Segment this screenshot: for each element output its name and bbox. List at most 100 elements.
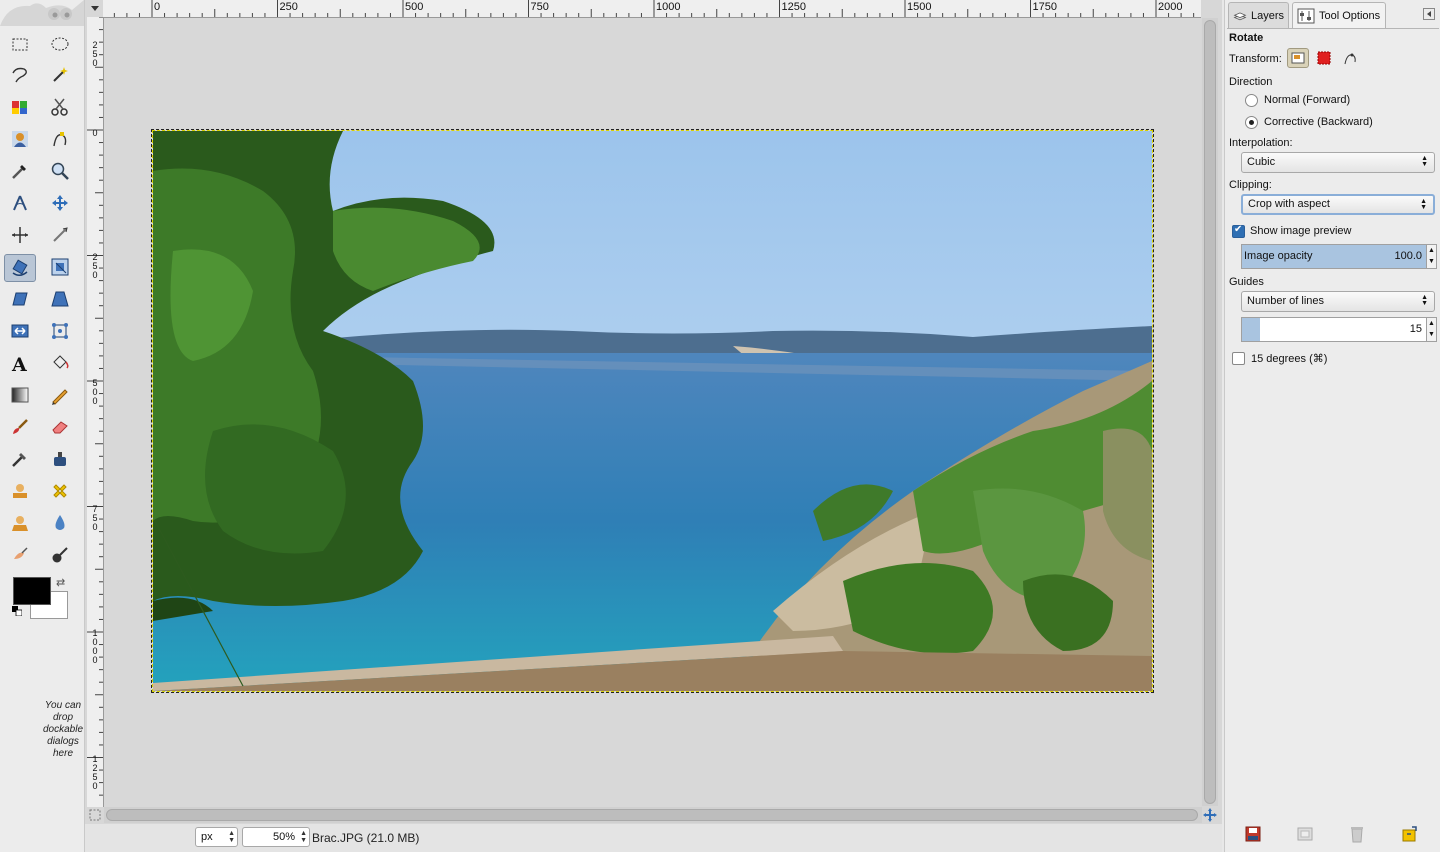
image-opacity-scale[interactable]: Image opacity 100.0: [1241, 244, 1427, 269]
horizontal-scroll-thumb[interactable]: [106, 809, 1198, 821]
airbrush-icon[interactable]: [7, 446, 33, 472]
tab-tool-options[interactable]: Tool Options: [1292, 2, 1386, 28]
navigate-icon[interactable]: [1202, 807, 1218, 823]
fifteen-degrees-label[interactable]: 15 degrees (⌘): [1251, 352, 1327, 365]
scissors-select-icon[interactable]: [47, 94, 73, 120]
tab-layers-label: Layers: [1250, 9, 1284, 22]
clipping-select[interactable]: Crop with aspect ▲ ▼: [1241, 194, 1435, 215]
show-preview-label[interactable]: Show image preview: [1250, 225, 1352, 237]
zoom-icon[interactable]: [47, 158, 73, 184]
ruler-label: 250: [92, 40, 98, 68]
horizontal-scrollbar[interactable]: [104, 807, 1202, 823]
free-select-icon[interactable]: [7, 62, 33, 88]
ruler-label: 1500: [907, 1, 932, 13]
zoom-unit: %: [285, 831, 295, 843]
reset-options-icon[interactable]: [1399, 824, 1419, 844]
guides-select[interactable]: Number of lines ▲ ▼: [1241, 291, 1435, 312]
dodge-burn-icon[interactable]: [47, 542, 73, 568]
ruler-label: 750: [530, 1, 549, 13]
perspective-icon[interactable]: [47, 286, 73, 312]
paintbrush-icon[interactable]: [7, 414, 33, 440]
bucket-fill-icon[interactable]: [47, 350, 73, 376]
image-canvas[interactable]: [151, 129, 1154, 693]
ruler-label: 1000: [92, 628, 98, 665]
vertical-ruler[interactable]: 250 0 250 500 750 1000 1250: [87, 17, 104, 807]
blend-icon[interactable]: [7, 382, 33, 408]
horizontal-ruler[interactable]: 0 250 500 750 1000 1250 1500 1750 2000: [103, 0, 1201, 18]
zoom-value: 50: [272, 831, 286, 843]
tab-tool-options-label: Tool Options: [1319, 9, 1381, 22]
restore-options-icon[interactable]: [1295, 824, 1315, 844]
zoom-field[interactable]: 50% ▲ ▼: [242, 827, 310, 847]
interpolation-label: Interpolation:: [1229, 137, 1293, 149]
delete-options-icon[interactable]: [1347, 824, 1367, 844]
foreground-select-icon[interactable]: [7, 126, 33, 152]
select-by-color-icon[interactable]: [7, 94, 33, 120]
move-icon[interactable]: [47, 190, 73, 216]
canvas-area[interactable]: [104, 18, 1201, 807]
transform-selection-button[interactable]: [1313, 48, 1335, 68]
cage-transform-icon[interactable]: [47, 318, 73, 344]
direction-corrective-label[interactable]: Corrective (Backward): [1264, 116, 1373, 128]
heal-icon[interactable]: [47, 478, 73, 504]
guides-value: Number of lines: [1247, 295, 1325, 307]
align-icon[interactable]: [7, 222, 33, 248]
image-name-label: Brac.JPG (21.0 MB): [312, 831, 420, 845]
blur-icon[interactable]: [47, 510, 73, 536]
foreground-color[interactable]: [13, 577, 51, 605]
transform-path-button[interactable]: [1339, 48, 1361, 68]
eraser-icon[interactable]: [47, 414, 73, 440]
clipping-label: Clipping:: [1229, 179, 1272, 191]
swap-colors-icon[interactable]: ⇄: [56, 576, 65, 589]
opacity-spin-arrows-icon[interactable]: ▲ ▼: [1427, 244, 1437, 269]
measure-icon[interactable]: [7, 190, 33, 216]
tab-menu-icon[interactable]: [1423, 8, 1435, 20]
show-preview-checkbox[interactable]: [1232, 224, 1245, 238]
default-colors-icon[interactable]: [12, 606, 22, 616]
lines-count-scale[interactable]: 15: [1241, 317, 1427, 342]
lines-spin-arrows-icon[interactable]: ▲ ▼: [1427, 317, 1437, 342]
clone-icon[interactable]: [7, 478, 33, 504]
ink-icon[interactable]: [47, 446, 73, 472]
ruler-label: 1250: [781, 1, 806, 13]
direction-corrective-radio[interactable]: [1245, 116, 1258, 129]
ruler-label: 0: [92, 128, 98, 138]
paths-icon[interactable]: [47, 126, 73, 152]
rect-select-icon[interactable]: [7, 31, 33, 57]
vertical-scroll-thumb[interactable]: [1204, 20, 1216, 804]
text-icon[interactable]: A: [7, 350, 33, 376]
flip-icon[interactable]: [7, 318, 33, 344]
fifteen-degrees-checkbox[interactable]: [1232, 352, 1245, 365]
fuzzy-select-icon[interactable]: [47, 62, 73, 88]
color-picker-icon[interactable]: [7, 158, 33, 184]
direction-normal-label[interactable]: Normal (Forward): [1264, 94, 1350, 106]
crop-icon[interactable]: [47, 222, 73, 248]
perspective-clone-icon[interactable]: [7, 510, 33, 536]
pencil-icon[interactable]: [47, 382, 73, 408]
unit-value: px: [201, 831, 213, 843]
save-options-icon[interactable]: [1243, 824, 1263, 844]
tab-layers[interactable]: Layers: [1228, 2, 1289, 28]
toolbox: A ⇄ You can drop dockable dialogs here: [0, 0, 85, 852]
interpolation-select[interactable]: Cubic ▲ ▼: [1241, 152, 1435, 173]
quick-mask-icon[interactable]: [87, 807, 103, 823]
select-arrows-icon: ▲ ▼: [1420, 198, 1427, 211]
vertical-scrollbar[interactable]: [1202, 18, 1218, 806]
ellipse-select-icon[interactable]: [47, 31, 73, 57]
layers-icon: [1233, 11, 1247, 20]
dock-panel: Layers Tool Options Rotate Transform: Di…: [1224, 0, 1440, 852]
shear-icon[interactable]: [7, 286, 33, 312]
ruler-label: 1750: [1032, 1, 1057, 13]
guides-label: Guides: [1229, 276, 1264, 288]
unit-select[interactable]: px ▲ ▼: [195, 827, 238, 847]
scale-icon[interactable]: [47, 254, 73, 280]
smudge-icon[interactable]: [7, 542, 33, 568]
rotate-icon[interactable]: [4, 254, 36, 282]
direction-normal-radio[interactable]: [1245, 94, 1258, 107]
ruler-label: 1250: [92, 754, 98, 791]
ruler-label: 2000: [1158, 1, 1183, 13]
ruler-label: 250: [279, 1, 298, 13]
transform-layer-button[interactable]: [1287, 48, 1309, 68]
image-menu-icon[interactable]: [87, 0, 103, 16]
opacity-label: Image opacity: [1244, 250, 1313, 262]
